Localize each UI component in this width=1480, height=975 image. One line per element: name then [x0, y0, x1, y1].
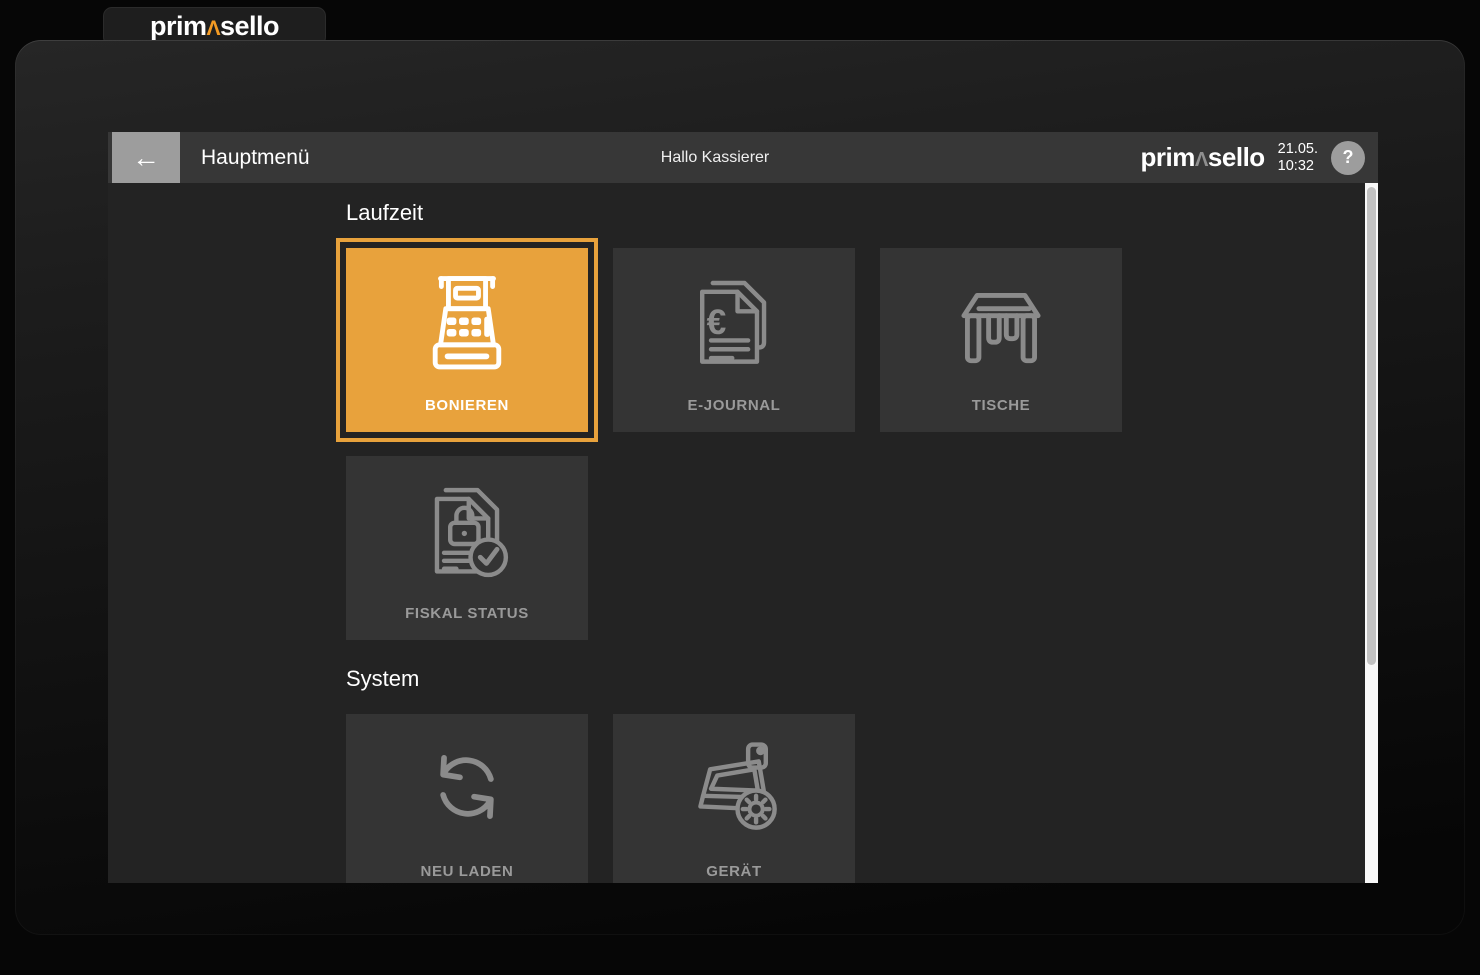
primasello-logo: primΛsello	[150, 11, 279, 42]
logo-caret-icon: Λ	[1195, 149, 1208, 171]
device-gear-icon	[613, 734, 855, 840]
tile-label: GERÄT	[613, 863, 855, 880]
logo-prefix: prim	[1141, 142, 1195, 172]
tile-grid-system: NEU LADEN	[346, 714, 1126, 883]
question-mark-icon: ?	[1343, 147, 1354, 168]
header-right-group: primΛsello 21.05. 10:32 ?	[1141, 141, 1378, 175]
page-title: Hauptmenü	[201, 146, 310, 170]
tile-e-journal[interactable]: € E-JOURNAL	[613, 248, 855, 432]
tile-label: BONIEREN	[346, 397, 588, 414]
logo-suffix: sello	[220, 11, 279, 41]
help-button[interactable]: ?	[1331, 141, 1365, 175]
tile-grid-laufzeit: BONIEREN	[346, 248, 1126, 640]
back-arrow-icon: ←	[132, 144, 160, 172]
main-content: Laufzeit	[108, 183, 1378, 883]
section-title-system: System	[346, 664, 1378, 694]
tile-label: E-JOURNAL	[613, 397, 855, 414]
tile-fiskal-status[interactable]: FISKAL STATUS	[346, 456, 588, 640]
pos-app: ← Hauptmenü Hallo Kassierer primΛsello 2…	[108, 132, 1378, 883]
datetime: 21.05. 10:32	[1278, 141, 1318, 174]
tile-label: TISCHE	[880, 397, 1122, 414]
svg-text:€: €	[707, 303, 727, 342]
section-title-laufzeit: Laufzeit	[346, 198, 1378, 228]
scrollbar-track[interactable]	[1365, 183, 1378, 883]
back-button[interactable]: ←	[112, 132, 180, 183]
reload-icon	[346, 734, 588, 840]
fiscal-status-icon	[346, 476, 588, 582]
logo-suffix: sello	[1208, 142, 1265, 172]
primasello-logo: primΛsello	[1141, 142, 1265, 173]
logo-caret-icon: Λ	[206, 17, 220, 40]
euro-journal-icon: €	[613, 268, 855, 374]
greeting-text: Hallo Kassierer	[661, 132, 769, 183]
tile-label: FISKAL STATUS	[346, 605, 588, 622]
logo-prefix: prim	[150, 11, 207, 41]
date-label: 21.05.	[1278, 141, 1318, 157]
tables-icon	[880, 268, 1122, 374]
app-window: ← Hauptmenü Hallo Kassierer primΛsello 2…	[15, 40, 1465, 935]
cash-register-icon	[346, 268, 588, 374]
tile-tische[interactable]: TISCHE	[880, 248, 1122, 432]
scrollbar-thumb[interactable]	[1367, 187, 1376, 665]
tile-bonieren[interactable]: BONIEREN	[346, 248, 588, 432]
tile-geraet[interactable]: GERÄT	[613, 714, 855, 883]
time-label: 10:32	[1278, 158, 1318, 174]
app-header: ← Hauptmenü Hallo Kassierer primΛsello 2…	[108, 132, 1378, 183]
tile-neu-laden[interactable]: NEU LADEN	[346, 714, 588, 883]
tile-label: NEU LADEN	[346, 863, 588, 880]
